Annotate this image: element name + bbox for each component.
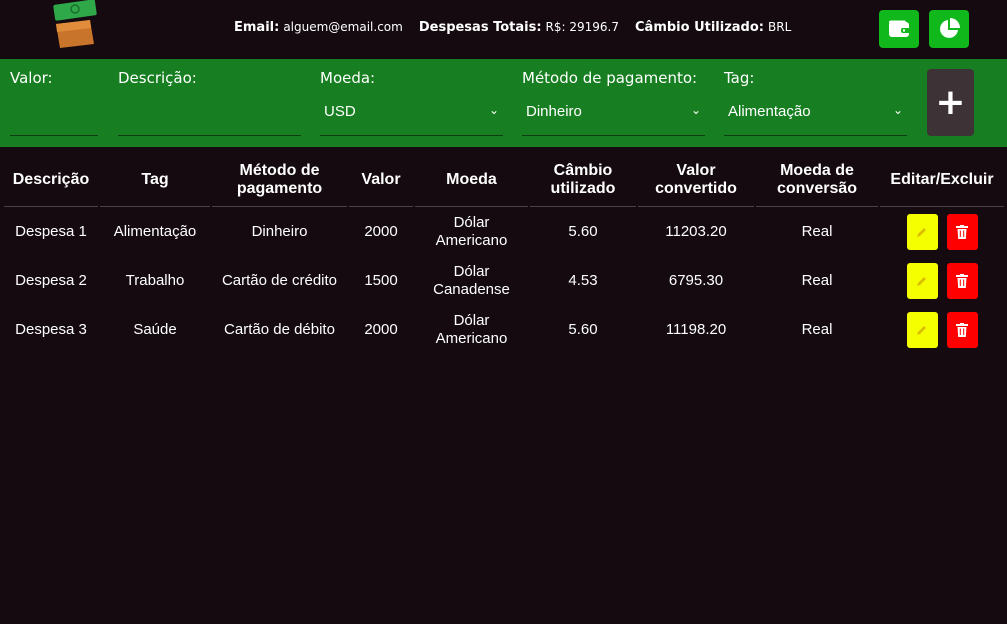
chevron-down-icon: ⌄ (892, 103, 903, 117)
tag-label: Tag: (724, 69, 755, 87)
delete-button[interactable] (946, 213, 978, 250)
cell-valor-convertido: 6795.30 (668, 271, 724, 289)
pencil-icon (917, 276, 926, 286)
expense-form: Valor: Descrição: Moeda: USD ⌄ Método de… (0, 59, 1007, 147)
moeda-underline (320, 135, 503, 136)
currency-label: Câmbio Utilizado: (635, 20, 764, 35)
descricao-label: Descrição: (118, 69, 197, 87)
descricao-field[interactable]: Descrição: (118, 59, 301, 147)
table-row: Despesa 2 Trabalho Cartão de crédito 150… (4, 256, 1004, 305)
metodo-underline (522, 135, 705, 136)
header-cambio: Câmbio utilizado (530, 153, 636, 207)
moeda-select[interactable]: Moeda: USD ⌄ (320, 59, 503, 147)
cell-actions (880, 256, 1004, 305)
cell-moeda-conversao: Real (801, 222, 833, 240)
app-header: Email: alguem@email.com Despesas Totais: R… (0, 0, 1007, 59)
table-row: Despesa 1 Alimentação Dinheiro 2000 Dóla… (4, 207, 1004, 256)
pie-chart-icon (940, 18, 960, 38)
user-info: Email: alguem@email.com Despesas Totais: R… (234, 20, 791, 35)
currency-value: BRL (768, 20, 792, 34)
currency-info: Câmbio Utilizado: BRL (635, 20, 791, 35)
email-value: alguem@email.com (283, 20, 403, 34)
cell-descricao: Despesa 1 (15, 222, 87, 240)
cell-tag: Saúde (133, 320, 177, 338)
header-moeda-conversao: Moeda de conversão (756, 153, 878, 207)
header-descricao: Descrição (4, 153, 98, 207)
cell-moeda-conversao: Real (801, 320, 833, 338)
cell-valor-convertido: 11203.20 (665, 222, 727, 240)
tag-underline (724, 135, 907, 136)
header-metodo: Método de pagamento (212, 153, 347, 207)
valor-input[interactable] (10, 135, 98, 136)
cell-metodo: Cartão de crédito (221, 271, 338, 289)
cell-cambio: 5.60 (568, 222, 598, 240)
cell-valor: 2000 (364, 222, 398, 240)
pencil-icon (917, 227, 926, 237)
header-moeda: Moeda (415, 153, 528, 207)
cell-valor-convertido: 11198.20 (665, 320, 727, 338)
moeda-selected-value: USD (324, 103, 356, 120)
cell-valor: 1500 (364, 271, 398, 289)
metodo-select[interactable]: Método de pagamento: Dinheiro ⌄ (522, 59, 705, 147)
email-label: Email: (234, 20, 280, 35)
cell-moeda: Dólar Americano (435, 213, 508, 249)
moeda-label: Moeda: (320, 69, 376, 87)
valor-field[interactable]: Valor: (10, 59, 98, 147)
cell-actions (880, 207, 1004, 256)
header-valor-convertido: Valor convertido (638, 153, 754, 207)
trash-icon (956, 224, 968, 239)
delete-button[interactable] (946, 262, 978, 299)
cell-moeda-conversao: Real (801, 271, 833, 289)
cell-tag: Trabalho (125, 271, 185, 289)
total-expenses-value: R$: 29196.7 (545, 20, 619, 34)
email-info: Email: alguem@email.com (234, 20, 403, 35)
cell-cambio: 5.60 (568, 320, 598, 338)
chevron-down-icon: ⌄ (488, 103, 499, 117)
pencil-icon (917, 325, 926, 335)
trash-icon (956, 273, 968, 288)
tag-select[interactable]: Tag: Alimentação ⌄ (724, 59, 907, 147)
chart-button[interactable] (929, 10, 969, 48)
wallet-button[interactable] (879, 10, 919, 48)
metodo-label: Método de pagamento: (522, 69, 698, 87)
table-row: Despesa 3 Saúde Cartão de débito 2000 Dó… (4, 305, 1004, 354)
wallet-icon (889, 20, 910, 37)
cell-moeda: Dólar Canadense (433, 262, 510, 298)
cell-moeda: Dólar Americano (435, 311, 508, 347)
valor-label: Valor: (10, 69, 53, 87)
trash-icon (956, 322, 968, 337)
cell-valor: 2000 (364, 320, 398, 338)
header-editar-excluir: Editar/Excluir (880, 153, 1004, 207)
header-tag: Tag (100, 153, 210, 207)
descricao-input[interactable] (118, 135, 301, 136)
cell-cambio: 4.53 (568, 271, 598, 289)
cell-tag: Alimentação (113, 222, 197, 240)
metodo-selected-value: Dinheiro (526, 103, 582, 120)
money-wallet-logo (53, 0, 97, 48)
total-expenses-label: Despesas Totais: (418, 20, 542, 35)
delete-button[interactable] (946, 311, 978, 348)
cell-metodo: Cartão de débito (224, 320, 335, 338)
cell-descricao: Despesa 3 (15, 320, 87, 338)
chevron-down-icon: ⌄ (690, 103, 701, 117)
edit-button[interactable] (906, 262, 938, 299)
cell-actions (880, 305, 1004, 354)
total-expenses-info: Despesas Totais: R$: 29196.7 (419, 20, 619, 35)
add-expense-button[interactable]: + (927, 69, 974, 136)
header-valor: Valor (349, 153, 413, 207)
tag-selected-value: Alimentação (728, 103, 811, 120)
edit-button[interactable] (906, 311, 938, 348)
cell-metodo: Dinheiro (251, 222, 308, 240)
edit-button[interactable] (906, 213, 938, 250)
expenses-table: Descrição Tag Método de pagamento Valor … (2, 153, 1006, 354)
table-header-row: Descrição Tag Método de pagamento Valor … (4, 153, 1004, 207)
cell-descricao: Despesa 2 (15, 271, 87, 289)
